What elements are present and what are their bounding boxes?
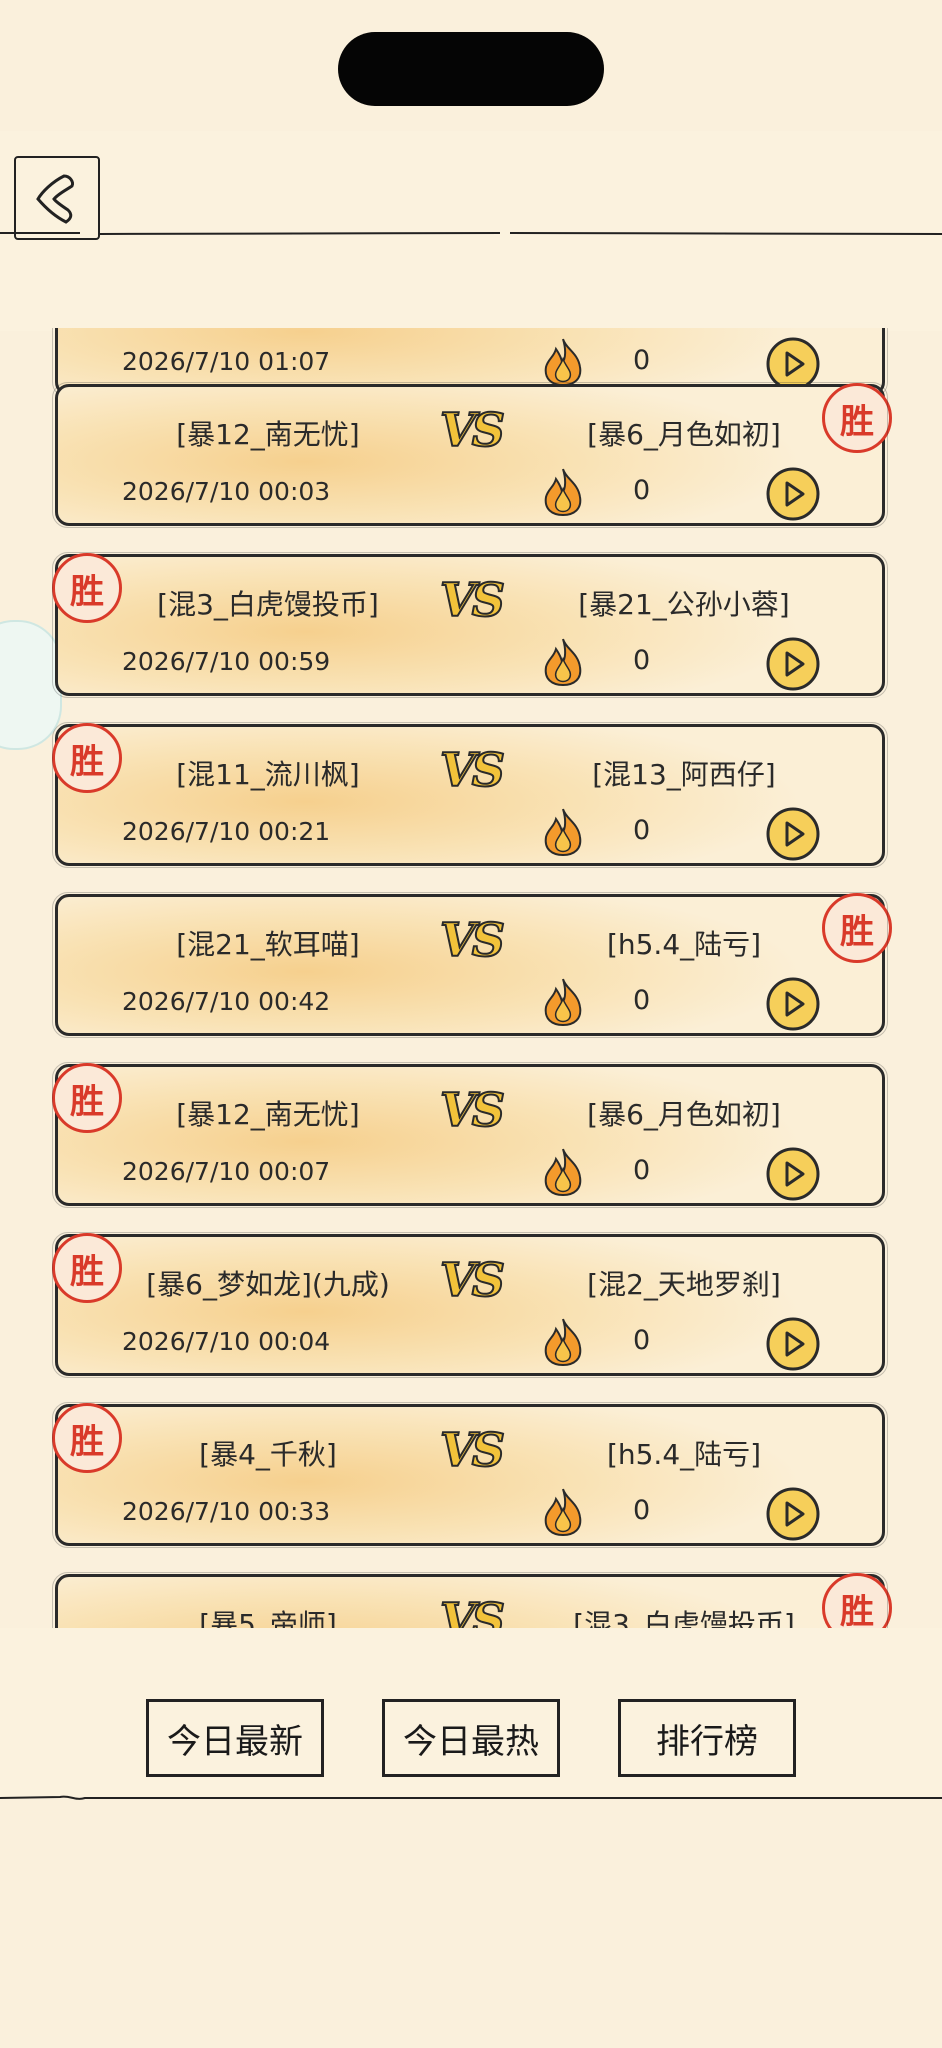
win-badge: 胜 [822, 893, 892, 963]
heat-count: 0 [633, 1155, 651, 1186]
match-date: 2026/7/10 00:07 [122, 1157, 331, 1186]
right-player: [混2_天地罗刹] [587, 1268, 781, 1301]
divider-line [0, 232, 942, 235]
match-date: 2026/7/10 00:42 [122, 987, 331, 1016]
play-button[interactable] [765, 636, 821, 692]
vs-icon: VS [439, 1082, 506, 1138]
camera-notch [338, 32, 604, 106]
play-button[interactable] [765, 466, 821, 522]
left-player: [暴5_帝师] [199, 1608, 337, 1628]
left-player: [暴4_千秋] [199, 1438, 337, 1471]
match-card[interactable]: 胜 [混3_白虎馒投币] VS [暴21_公孙小蓉] 2026/7/10 00:… [52, 552, 888, 698]
tab-hottest-today[interactable]: 今日最热 [382, 1699, 560, 1777]
win-badge: 胜 [52, 553, 122, 623]
back-button[interactable] [14, 156, 100, 240]
fire-icon [544, 1488, 582, 1537]
win-badge: 胜 [822, 383, 892, 453]
match-card[interactable]: 胜 [暴4_千秋] VS [h5.4_陆亏] 2026/7/10 00:33 0 [52, 1402, 888, 1548]
back-arrow-icon [36, 174, 74, 224]
play-button[interactable] [765, 1486, 821, 1542]
play-button[interactable] [765, 976, 821, 1032]
heat-count: 0 [633, 1495, 651, 1526]
win-badge: 胜 [52, 1233, 122, 1303]
tab-latest-today[interactable]: 今日最新 [146, 1699, 324, 1777]
fire-icon [544, 1148, 582, 1197]
heat-count: 0 [633, 815, 651, 846]
win-badge: 胜 [52, 723, 122, 793]
win-badge: 胜 [822, 1573, 892, 1628]
right-player: [h5.4_陆亏] [606, 1438, 762, 1471]
win-badge: 胜 [52, 1063, 122, 1133]
play-button[interactable] [765, 1146, 821, 1202]
left-player: [暴12_南无忧] [176, 418, 360, 451]
match-date: 2026/7/10 00:03 [122, 477, 331, 506]
vs-icon: VS [439, 1422, 506, 1478]
match-card[interactable]: 胜 [暴12_南无忧] VS [暴6_月色如初] 2026/7/10 00:07… [52, 1062, 888, 1208]
match-card[interactable]: 胜 [暴6_梦如龙](九成) VS [混2_天地罗刹] 2026/7/10 00… [52, 1232, 888, 1378]
heat-count: 0 [633, 345, 651, 376]
match-date: 2026/7/10 00:21 [122, 817, 331, 846]
right-player: [暴6_月色如初] [587, 1098, 781, 1131]
heat-count: 0 [633, 645, 651, 676]
heat-count: 0 [633, 1325, 651, 1356]
heat-count: 0 [633, 985, 651, 1016]
left-player: [混21_软耳喵] [176, 928, 360, 961]
play-button[interactable] [765, 806, 821, 862]
vs-icon: VS [439, 742, 506, 798]
left-player: [混11_流川枫] [176, 758, 360, 791]
match-card[interactable]: [混21_软耳喵] VS [h5.4_陆亏] 胜 2026/7/10 00:42… [52, 892, 892, 1038]
match-date: 2026/7/10 00:33 [122, 1497, 331, 1526]
match-card[interactable]: [暴12_南无忧] VS [暴6_月色如初] 胜 2026/7/10 00:03… [52, 382, 892, 528]
right-player: [混13_阿西仔] [592, 758, 776, 791]
right-player: [暴21_公孙小蓉] [578, 588, 790, 621]
vs-icon: VS [439, 912, 506, 968]
fire-icon [544, 468, 582, 517]
vs-icon: VS [439, 572, 506, 628]
match-card[interactable]: [暴5_帝师] VS [混3_白虎馒投币] 胜 [52, 1572, 892, 1628]
left-player: [混3_白虎馒投币] [157, 588, 379, 621]
heat-count: 0 [633, 475, 651, 506]
left-player: [暴12_南无忧] [176, 1098, 360, 1131]
right-player: [h5.4_陆亏] [606, 928, 762, 961]
fire-icon [544, 808, 582, 857]
match-date: 2026/7/10 00:04 [122, 1327, 331, 1356]
vs-icon: VS [439, 1252, 506, 1308]
match-card[interactable]: 胜 [混11_流川枫] VS [混13_阿西仔] 2026/7/10 00:21… [52, 722, 888, 868]
vs-icon: VS [439, 402, 506, 458]
win-badge: 胜 [52, 1403, 122, 1473]
tab-ranking[interactable]: 排行榜 [618, 1699, 796, 1777]
vs-icon: VS [439, 1592, 506, 1628]
right-player: [暴6_月色如初] [587, 418, 781, 451]
divider-line [0, 1795, 942, 1800]
match-list[interactable]: 2026/7/10 01:07 0 [暴12_南无忧] VS [暴6_月色如初]… [0, 328, 942, 1628]
fire-icon [544, 1318, 582, 1367]
fire-icon [544, 638, 582, 687]
fire-icon [544, 978, 582, 1027]
right-player: [混3_白虎馒投币] [573, 1608, 795, 1628]
match-date: 2026/7/10 01:07 [122, 347, 331, 376]
left-player: [暴6_梦如龙](九成) [146, 1268, 390, 1301]
match-date: 2026/7/10 00:59 [122, 647, 331, 676]
fire-icon [544, 338, 582, 387]
play-button[interactable] [765, 1316, 821, 1372]
